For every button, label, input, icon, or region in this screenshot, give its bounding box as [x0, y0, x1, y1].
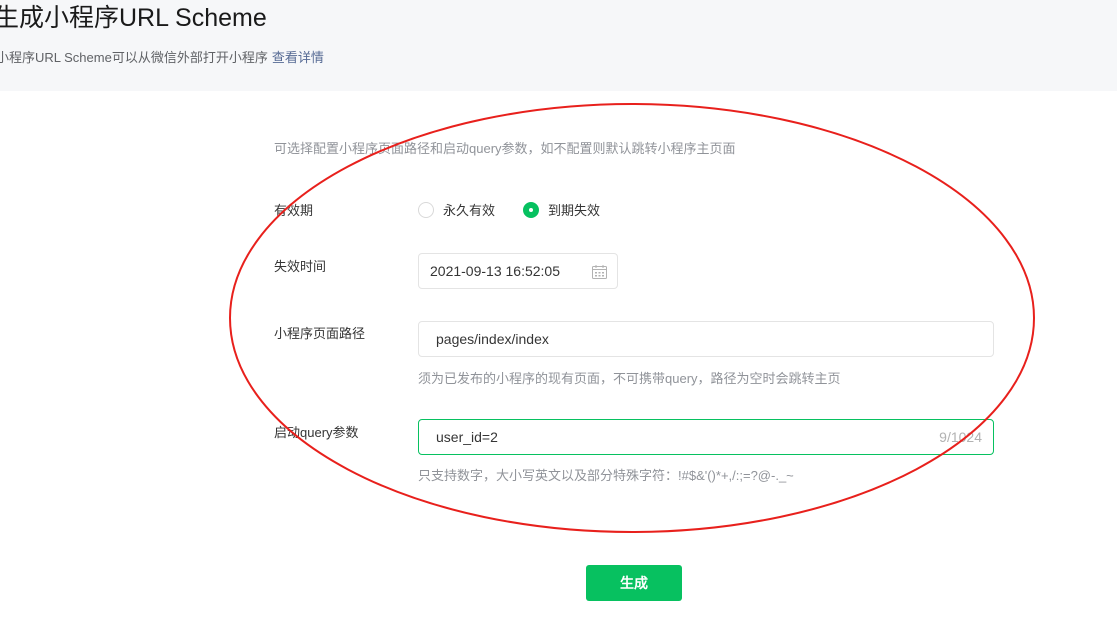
validity-label: 有效期 [274, 203, 314, 218]
query-input[interactable]: user_id=2 9/1024 [418, 419, 994, 455]
page-subtitle: 小程序URL Scheme可以从微信外部打开小程序 查看详情 [0, 47, 324, 66]
expire-time-label: 失效时间 [274, 259, 327, 274]
page-title: 生成小程序URL Scheme [0, 4, 267, 32]
page-path-label: 小程序页面路径 [274, 326, 366, 341]
expire-time-picker[interactable]: 2021-09-13 16:52:05 [418, 253, 618, 289]
page-path-input[interactable]: pages/index/index [418, 321, 994, 357]
radio-expire[interactable]: 到期失效 [523, 200, 600, 219]
generate-button[interactable]: 生成 [586, 565, 682, 601]
radio-expire-label: 到期失效 [548, 203, 601, 218]
view-details-link[interactable]: 查看详情 [272, 50, 324, 65]
radio-permanent-label: 永久有效 [443, 203, 496, 218]
expire-time-value: 2021-09-13 16:52:05 [430, 263, 560, 279]
page-path-value: pages/index/index [436, 331, 549, 347]
page-header: 生成小程序URL Scheme 小程序URL Scheme可以从微信外部打开小程… [0, 0, 1117, 91]
red-ellipse-annotation [229, 103, 1035, 533]
validity-radio-group: 永久有效 到期失效 [418, 200, 628, 219]
radio-permanent[interactable]: 永久有效 [418, 200, 495, 219]
query-char-counter: 9/1024 [939, 429, 982, 445]
query-label: 启动query参数 [274, 425, 359, 440]
subtitle-text: 小程序URL Scheme可以从微信外部打开小程序 [0, 50, 268, 65]
form-intro: 可选择配置小程序页面路径和启动query参数，如不配置则默认跳转小程序主页面 [274, 141, 736, 156]
query-hint: 只支持数字，大小写英文以及部分特殊字符：!#$&'()*+,/:;=?@-._~ [418, 468, 794, 483]
radio-checked-icon [523, 201, 540, 218]
query-value: user_id=2 [436, 429, 498, 445]
radio-unchecked-icon [418, 201, 434, 218]
page-path-hint: 须为已发布的小程序的现有页面，不可携带query，路径为空时会跳转主页 [418, 371, 841, 386]
calendar-icon [592, 265, 607, 279]
